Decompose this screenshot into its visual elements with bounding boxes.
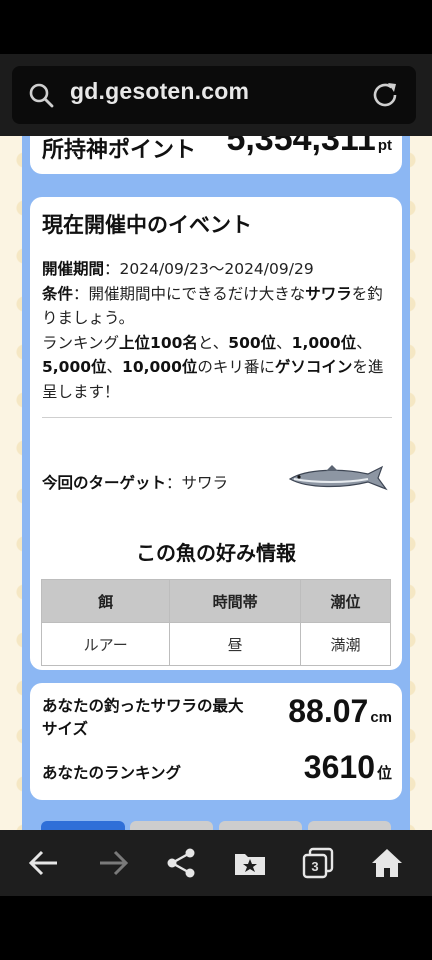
tab-2[interactable] — [130, 821, 213, 830]
value-tide: 満潮 — [300, 622, 391, 666]
share-icon[interactable] — [164, 846, 198, 880]
value-bait: ルアー — [40, 622, 171, 666]
ranking-value: 3610 位 — [303, 749, 392, 785]
table-row: ルアー 昼 満潮 — [40, 622, 391, 666]
condition-label: 条件 — [42, 284, 74, 303]
tab-1[interactable] — [41, 821, 125, 830]
reload-icon[interactable] — [370, 80, 400, 110]
page-content: 所持神ポイント 5,354,311 pt 現在開催中のイベント 開催期間：2024… — [0, 136, 432, 830]
event-card: 現在開催中のイベント 開催期間：2024/09/23〜2024/09/29 条件… — [30, 197, 402, 670]
header-time: 時間帯 — [169, 579, 302, 623]
period-label: 開催期間 — [42, 260, 105, 278]
tabs-icon[interactable]: 3 — [301, 846, 335, 880]
preference-title: この魚の好み情報 — [136, 541, 296, 565]
points-unit: pt — [377, 137, 392, 154]
preference-table: 餌 時間帯 潮位 ルアー 昼 満潮 — [40, 579, 391, 666]
status-bar — [0, 0, 432, 54]
points-value: 5,354,311 pt — [226, 136, 392, 158]
target-info: 今回のターゲット：サワラ — [42, 471, 228, 493]
tab-4[interactable] — [308, 821, 391, 830]
ranking-label: あなたのランキング — [42, 764, 182, 782]
max-size-value: 88.07 cm — [288, 693, 392, 729]
home-icon[interactable] — [370, 846, 404, 880]
url-text[interactable]: gd.gesoten.com — [70, 78, 249, 105]
back-arrow-icon[interactable] — [27, 846, 61, 880]
header-bait: 餌 — [40, 579, 171, 623]
address-bar[interactable]: gd.gesoten.com — [12, 66, 416, 124]
search-icon — [29, 83, 54, 108]
tab-count: 3 — [311, 859, 318, 874]
max-size-label: あなたの釣ったサワラの最大サイズ — [42, 697, 244, 738]
table-header-row: 餌 時間帯 潮位 — [40, 579, 391, 623]
divider — [42, 417, 392, 418]
target-label: 今回のターゲット — [42, 474, 167, 492]
event-description: 開催期間：2024/09/23〜2024/09/29 条件：開催期間中にできるだ… — [42, 260, 384, 401]
value-time: 昼 — [169, 622, 302, 666]
points-card: 所持神ポイント 5,354,311 pt — [30, 136, 402, 174]
points-label: 所持神ポイント — [42, 138, 197, 163]
system-nav-bar — [0, 896, 432, 960]
target-value: ：サワラ — [166, 474, 229, 492]
size-unit: cm — [370, 709, 392, 726]
bookmark-folder-icon[interactable] — [233, 846, 267, 880]
rank-unit: 位 — [376, 765, 392, 782]
period-value: ：2024/09/23〜2024/09/29 — [104, 260, 314, 278]
fish-icon — [288, 465, 388, 491]
browser-bottom-nav: 3 — [0, 830, 432, 896]
condition-fish: サワラ — [305, 284, 352, 303]
header-tide: 潮位 — [300, 579, 391, 623]
forward-arrow-icon[interactable] — [96, 846, 130, 880]
browser-toolbar: gd.gesoten.com — [0, 54, 432, 136]
results-card: あなたの釣ったサワラの最大サイズ 88.07 cm あなたのランキング 3610 位 — [30, 683, 402, 800]
tab-3[interactable] — [219, 821, 302, 830]
event-title: 現在開催中のイベント — [42, 213, 252, 237]
